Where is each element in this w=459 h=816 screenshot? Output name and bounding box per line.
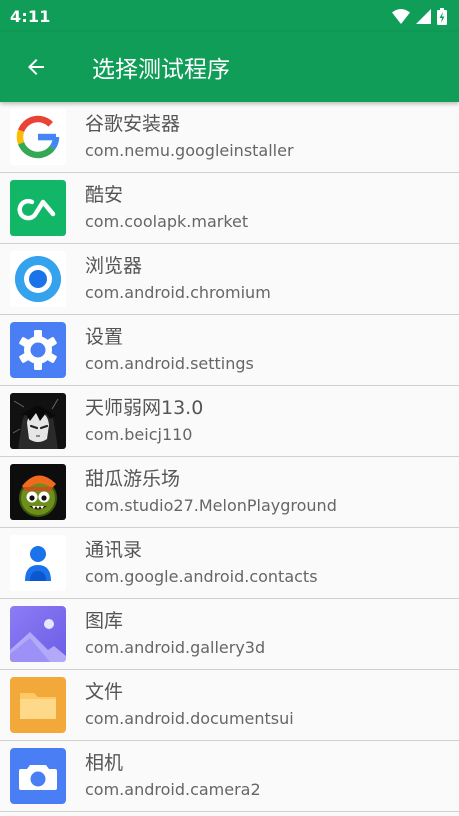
app-text: 浏览器 com.android.chromium xyxy=(85,254,271,304)
status-time: 4:11 xyxy=(10,6,51,26)
list-item[interactable]: 通讯录 com.google.android.contacts xyxy=(0,528,459,599)
list-item[interactable]: 文件 com.android.documentsui xyxy=(0,670,459,741)
contacts-person-icon xyxy=(10,535,66,591)
app-text: 文件 com.android.documentsui xyxy=(85,680,294,730)
list-item[interactable]: 浏览器 com.android.chromium xyxy=(0,244,459,315)
back-button[interactable] xyxy=(0,32,72,102)
app-text: 设置 com.android.settings xyxy=(85,325,254,375)
screen: 4:11 选择测试程序 谷歌安装器 com.nemu.googleinstall… xyxy=(0,0,459,816)
app-text: 酷安 com.coolapk.market xyxy=(85,183,248,233)
list-item[interactable]: 设置 com.android.settings xyxy=(0,315,459,386)
app-package: com.google.android.contacts xyxy=(85,567,318,586)
coolapk-icon xyxy=(10,180,66,236)
app-bar: 选择测试程序 xyxy=(0,32,459,102)
app-package: com.android.settings xyxy=(85,354,254,373)
app-package: com.android.documentsui xyxy=(85,709,294,728)
app-text: 通讯录 com.google.android.contacts xyxy=(85,538,318,588)
app-text: 天师弱网13.0 com.beicj110 xyxy=(85,396,203,446)
app-name: 相机 xyxy=(85,752,124,774)
app-name: 设置 xyxy=(85,326,124,348)
melon-character-icon xyxy=(10,464,66,520)
list-item[interactable]: 酷安 com.coolapk.market xyxy=(0,173,459,244)
app-package: com.android.chromium xyxy=(85,283,271,302)
browser-icon xyxy=(10,251,66,307)
app-text: 相机 com.android.camera2 xyxy=(85,751,261,801)
app-package: com.beicj110 xyxy=(85,425,193,444)
app-package: com.android.camera2 xyxy=(85,780,261,799)
anime-character-icon xyxy=(10,393,66,449)
folder-icon xyxy=(10,677,66,733)
app-name: 通讯录 xyxy=(85,539,143,561)
signal-icon xyxy=(416,8,431,24)
app-text: 图库 com.android.gallery3d xyxy=(85,609,265,659)
page-title: 选择测试程序 xyxy=(92,57,230,83)
google-icon xyxy=(10,109,66,165)
app-list: 谷歌安装器 com.nemu.googleinstaller 酷安 com.co… xyxy=(0,102,459,812)
settings-gear-icon xyxy=(10,322,66,378)
app-name: 酷安 xyxy=(85,184,124,206)
list-item[interactable]: 谷歌安装器 com.nemu.googleinstaller xyxy=(0,102,459,173)
app-text: 甜瓜游乐场 com.studio27.MelonPlayground xyxy=(85,467,337,517)
app-package: com.nemu.googleinstaller xyxy=(85,141,294,160)
gallery-icon xyxy=(10,606,66,662)
list-item[interactable]: 天师弱网13.0 com.beicj110 xyxy=(0,386,459,457)
wifi-icon xyxy=(392,8,410,24)
app-package: com.android.gallery3d xyxy=(85,638,266,657)
app-name: 文件 xyxy=(85,681,124,703)
back-arrow-icon xyxy=(28,59,44,75)
list-item[interactable]: 相机 com.android.camera2 xyxy=(0,741,459,812)
status-bar: 4:11 xyxy=(0,0,459,32)
list-item[interactable]: 图库 com.android.gallery3d xyxy=(0,599,459,670)
app-name: 谷歌安装器 xyxy=(85,113,181,135)
app-name: 图库 xyxy=(85,610,124,632)
app-package: com.studio27.MelonPlayground xyxy=(85,496,337,515)
battery-charging-icon xyxy=(437,7,447,25)
app-name: 甜瓜游乐场 xyxy=(85,468,181,490)
camera-icon xyxy=(10,748,66,804)
app-name: 浏览器 xyxy=(85,255,143,277)
app-name: 天师弱网13.0 xyxy=(85,397,204,419)
status-icons xyxy=(392,7,447,25)
app-package: com.coolapk.market xyxy=(85,212,249,231)
app-text: 谷歌安装器 com.nemu.googleinstaller xyxy=(85,112,294,162)
list-item[interactable]: 甜瓜游乐场 com.studio27.MelonPlayground xyxy=(0,457,459,528)
